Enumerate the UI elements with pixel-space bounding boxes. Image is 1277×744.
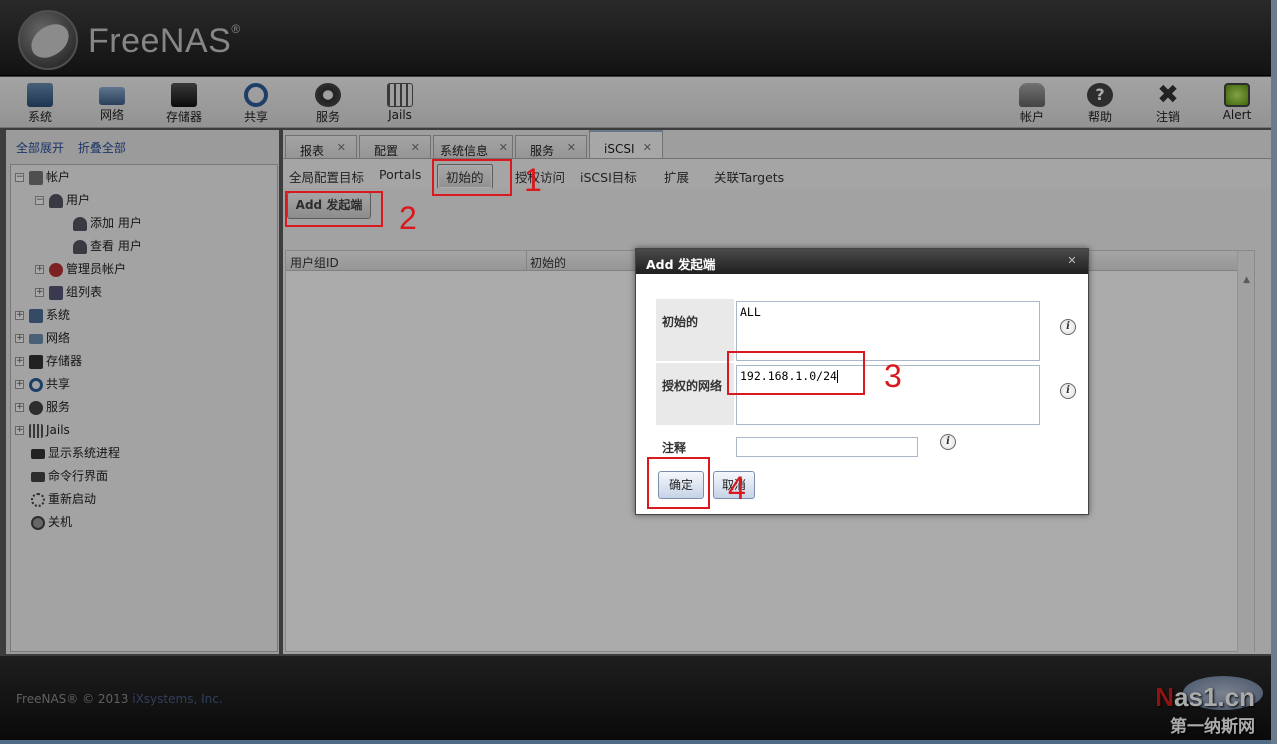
authorized-network-label: 授权的网络 bbox=[656, 363, 734, 425]
annotation-number-3: 3 bbox=[884, 358, 902, 394]
annotation-number-1: 1 bbox=[524, 162, 542, 198]
annotation-number-4: 4 bbox=[728, 470, 746, 506]
dialog-close-icon[interactable]: ✕ bbox=[1066, 255, 1078, 267]
annotation-number-2: 2 bbox=[399, 200, 417, 236]
annotation-box-4 bbox=[647, 457, 710, 509]
annotation-box-3 bbox=[727, 351, 865, 395]
initiators-label: 初始的 bbox=[656, 299, 734, 361]
annotation-box-1 bbox=[432, 159, 512, 196]
dialog-title: Add 发起端 bbox=[636, 249, 1088, 274]
initiators-info-icon[interactable]: i bbox=[1060, 319, 1076, 335]
authorized-network-info-icon[interactable]: i bbox=[1060, 383, 1076, 399]
comment-field[interactable] bbox=[736, 437, 918, 457]
comment-info-icon[interactable]: i bbox=[940, 434, 956, 450]
annotation-box-2 bbox=[285, 191, 383, 227]
